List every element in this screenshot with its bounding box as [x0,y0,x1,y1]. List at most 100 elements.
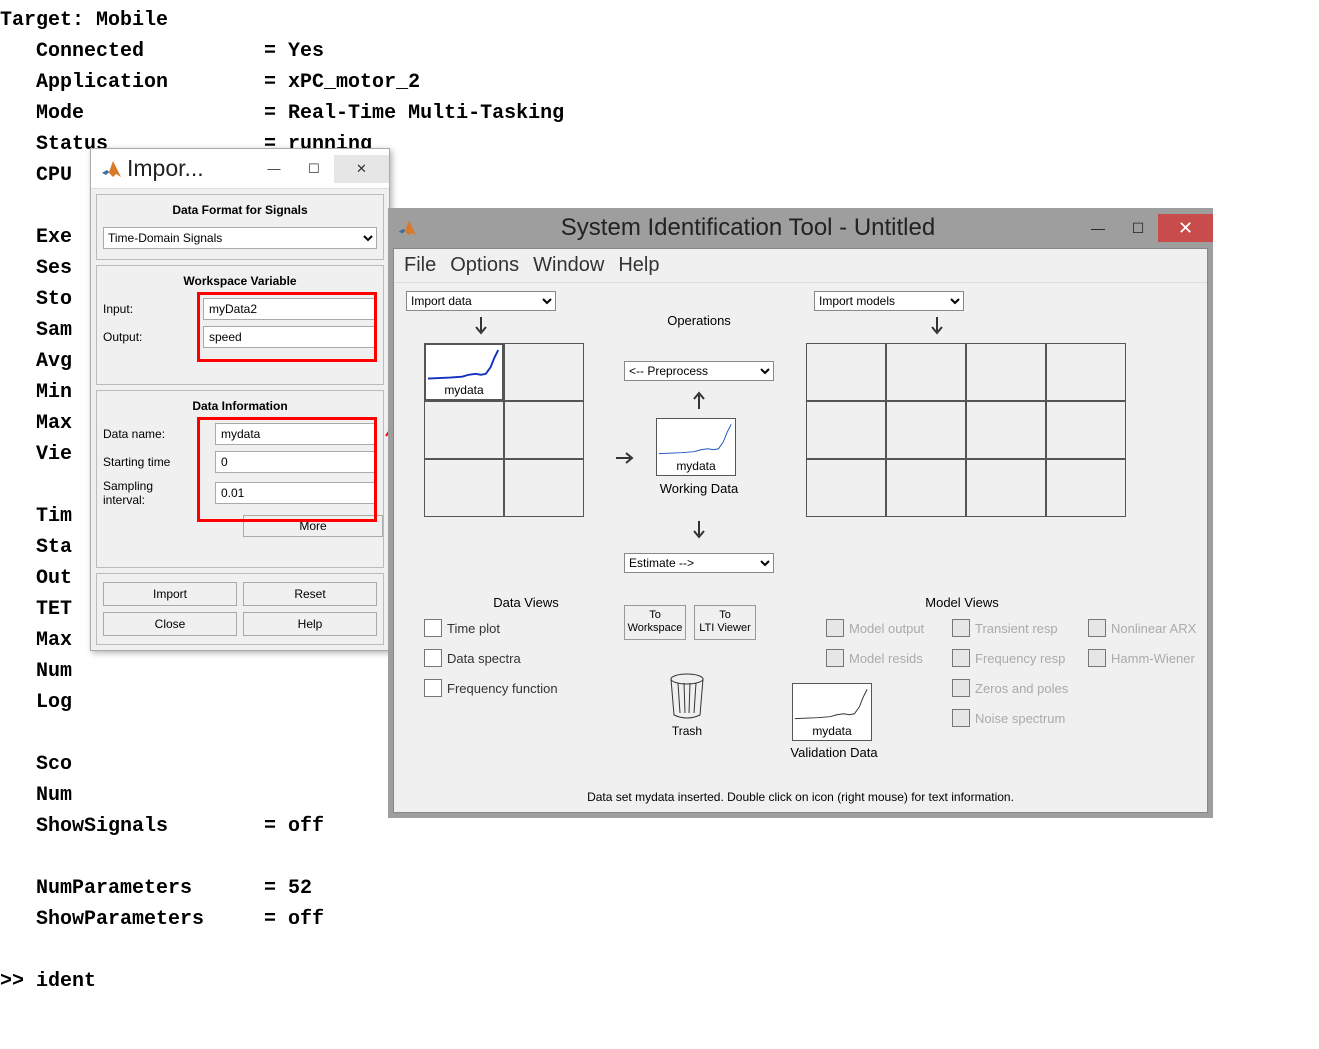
to-lti-viewer-button[interactable]: To LTI Viewer [694,605,756,640]
time-plot-check[interactable]: Time plot [424,619,558,637]
import-models-select[interactable]: Import models [814,291,964,311]
import-dialog-title: Impor... [123,155,254,182]
transient-resp-label: Transient resp [975,621,1058,636]
noise-spectrum-check: Noise spectrum [952,709,1068,727]
data-information-title: Data Information [103,399,377,413]
hamm-wiener-check: Hamm-Wiener [1088,649,1196,667]
model-slot-empty[interactable] [806,343,886,401]
model-slot-empty[interactable] [1046,459,1126,517]
model-boards-grid [806,343,1126,517]
arrow-down-icon [930,317,944,337]
data-slot-label: mydata [426,383,502,397]
nonlinear-arx-check: Nonlinear ARX [1088,619,1196,637]
model-slot-empty[interactable] [1046,343,1126,401]
matlab-icon [396,217,418,239]
model-slot-empty[interactable] [886,343,966,401]
help-button[interactable]: Help [243,612,377,636]
data-name-field[interactable] [215,423,377,445]
estimate-select[interactable]: Estimate --> [624,553,774,573]
matlab-icon [99,157,123,181]
sit-title: System Identification Tool - Untitled [418,214,1078,242]
trash-icon[interactable]: Trash [666,673,708,738]
maximize-button[interactable]: ☐ [294,155,334,183]
starting-time-field[interactable] [215,451,377,473]
validation-data-label: mydata [793,724,871,738]
data-spectra-check[interactable]: Data spectra [424,649,558,667]
model-views-label: Model Views [892,595,1032,610]
import-button[interactable]: Import [103,582,237,606]
data-spectra-label: Data spectra [447,651,521,666]
input-label: Input: [103,302,203,316]
frequency-function-label: Frequency function [447,681,558,696]
operations-label: Operations [649,313,749,328]
data-format-title: Data Format for Signals [103,203,377,217]
model-slot-empty[interactable] [966,459,1046,517]
data-information-section: Data Information Data name: Starting tim… [96,390,384,568]
data-slot-empty[interactable] [504,401,584,459]
model-slot-empty[interactable] [966,343,1046,401]
model-slot-empty[interactable] [806,459,886,517]
working-data-caption: Working Data [649,481,749,496]
arrow-down-icon [692,521,706,541]
working-data-box[interactable]: mydata [656,418,736,476]
model-output-check: Model output [826,619,924,637]
status-line: Data set mydata inserted. Double click o… [394,790,1207,804]
data-slot-empty[interactable] [504,343,584,401]
import-data-dialog: Impor... — ☐ ✕ Data Format for Signals T… [90,148,390,651]
to-workspace-button[interactable]: To Workspace [624,605,686,640]
frequency-function-check[interactable]: Frequency function [424,679,558,697]
zeros-poles-check: Zeros and poles [952,679,1068,697]
import-dialog-titlebar[interactable]: Impor... — ☐ ✕ [91,149,389,189]
workspace-variable-title: Workspace Variable [103,274,377,288]
data-slot-empty[interactable] [504,459,584,517]
minimize-button[interactable]: — [1078,214,1118,242]
validation-data-box[interactable]: mydata [792,683,872,741]
sampling-interval-label: Sampling interval: [103,479,177,507]
output-label: Output: [103,330,203,344]
import-data-select[interactable]: Import data [406,291,556,311]
sit-menubar: File Options Window Help [394,249,1207,283]
model-slot-empty[interactable] [886,401,966,459]
nonlinear-arx-label: Nonlinear ARX [1111,621,1196,636]
model-resids-check: Model resids [826,649,924,667]
minimize-button[interactable]: — [254,155,294,183]
system-identification-window: System Identification Tool - Untitled — … [388,208,1213,818]
model-resids-label: Model resids [849,651,923,666]
hamm-wiener-label: Hamm-Wiener [1111,651,1195,666]
menu-window[interactable]: Window [533,254,604,277]
reset-button[interactable]: Reset [243,582,377,606]
workspace-variable-section: Workspace Variable Input: Output: [96,265,384,385]
arrow-right-icon [616,451,636,465]
validation-data-caption: Validation Data [784,745,884,760]
close-dialog-button[interactable]: Close [103,612,237,636]
model-output-label: Model output [849,621,924,636]
preprocess-select[interactable]: <-- Preprocess [624,361,774,381]
working-data-label: mydata [657,459,735,473]
menu-file[interactable]: File [404,254,436,277]
import-dialog-buttons: Import Reset Close Help [96,573,384,645]
frequency-resp-check: Frequency resp [952,649,1068,667]
more-button[interactable]: More [243,515,383,537]
data-format-section: Data Format for Signals Time-Domain Sign… [96,194,384,260]
menu-help[interactable]: Help [618,254,659,277]
model-slot-empty[interactable] [966,401,1046,459]
data-slot-empty[interactable] [424,459,504,517]
starting-time-label: Starting time [103,455,177,469]
close-button[interactable]: ✕ [1158,214,1213,242]
model-slot-empty[interactable] [1046,401,1126,459]
zeros-poles-label: Zeros and poles [975,681,1068,696]
maximize-button[interactable]: ☐ [1118,214,1158,242]
noise-spectrum-label: Noise spectrum [975,711,1065,726]
input-field[interactable] [203,298,377,320]
menu-options[interactable]: Options [450,254,519,277]
sampling-interval-field[interactable] [215,482,377,504]
sit-titlebar[interactable]: System Identification Tool - Untitled — … [388,208,1213,248]
close-button[interactable]: ✕ [334,155,389,183]
data-format-select[interactable]: Time-Domain Signals [103,227,377,249]
data-slot-empty[interactable] [424,401,504,459]
transient-resp-check: Transient resp [952,619,1068,637]
model-slot-empty[interactable] [886,459,966,517]
output-field[interactable] [203,326,377,348]
model-slot-empty[interactable] [806,401,886,459]
data-slot-mydata[interactable]: mydata [424,343,504,401]
